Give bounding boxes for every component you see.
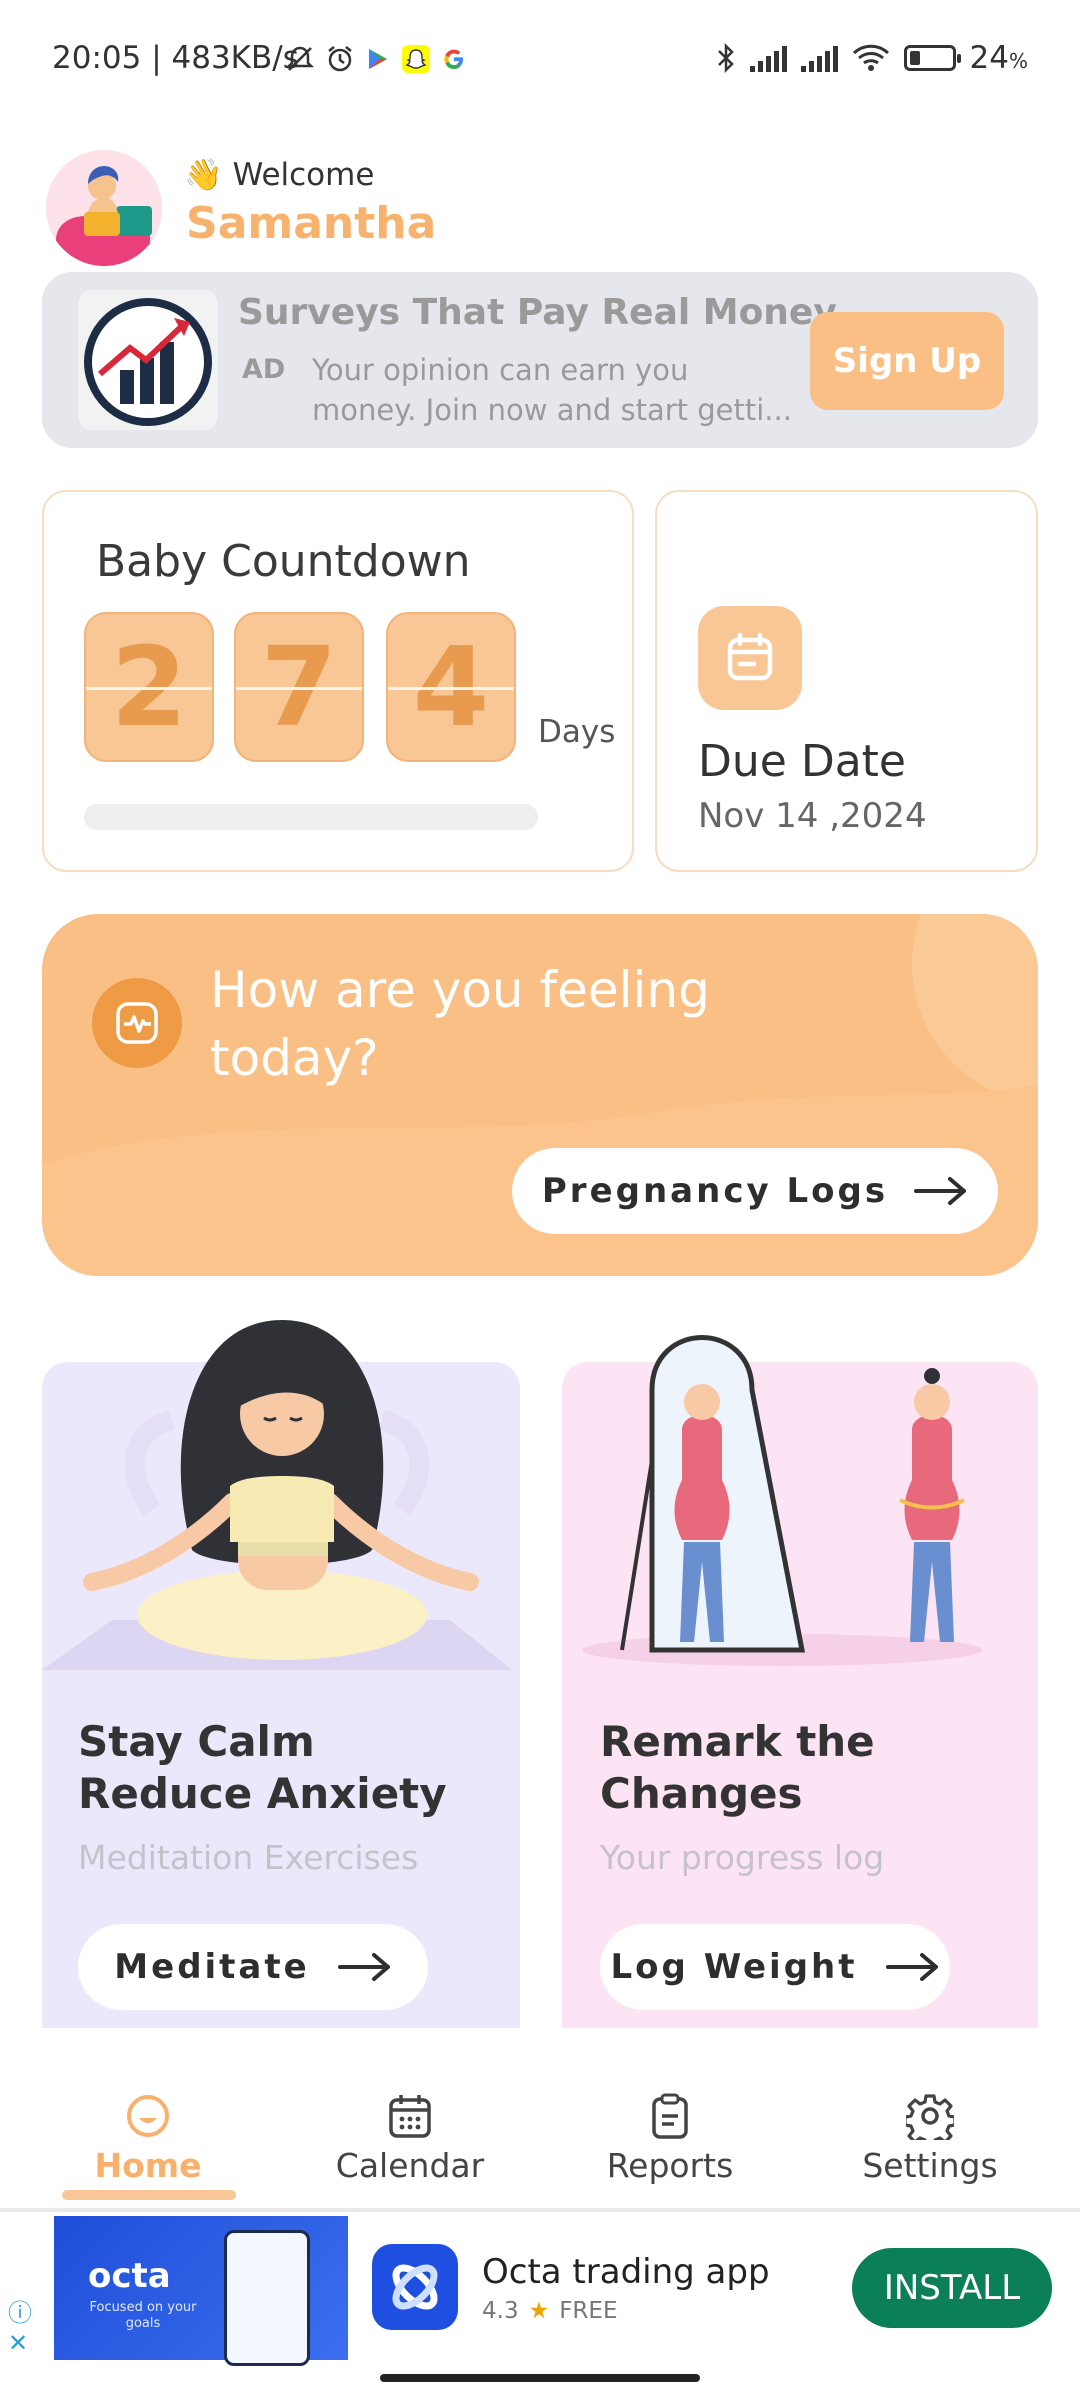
reports-icon bbox=[652, 2093, 688, 2139]
status-bar: 20:05 | 483KB/s 24% bbox=[0, 0, 1080, 130]
battery-icon bbox=[903, 45, 961, 71]
welcome-label: Welcome bbox=[232, 156, 375, 193]
ad-title: Surveys That Pay Real Money bbox=[238, 292, 837, 333]
pregnancy-logs-label: Pregnancy Logs bbox=[541, 1171, 889, 1211]
mute-icon bbox=[285, 46, 315, 71]
log-weight-button[interactable]: Log Weight bbox=[600, 1924, 950, 2010]
octa-brand: octa bbox=[88, 2256, 171, 2296]
nav-settings-label: Settings bbox=[862, 2146, 998, 2185]
battery-level: 24% bbox=[969, 40, 1028, 76]
meditate-label: Meditate bbox=[114, 1947, 310, 1987]
log-weight-label: Log Weight bbox=[610, 1947, 858, 1987]
network-speed: 483KB/s bbox=[171, 40, 299, 76]
octa-price: FREE bbox=[559, 2298, 618, 2324]
nav-home-label: Home bbox=[94, 2146, 202, 2185]
calendar-icon bbox=[698, 606, 802, 710]
avatar[interactable] bbox=[46, 150, 162, 266]
google-icon bbox=[444, 49, 463, 69]
nav-reports-label: Reports bbox=[606, 2146, 734, 2185]
weight-card-subtitle: Your progress log bbox=[600, 1838, 885, 1877]
home-smile-icon bbox=[127, 2095, 169, 2137]
avatar-illustration bbox=[46, 150, 162, 266]
nav-home[interactable]: Home bbox=[38, 2092, 258, 2185]
user-name: Samantha bbox=[186, 198, 437, 249]
nav-reports[interactable]: Reports bbox=[560, 2092, 780, 2185]
wave-icon: 👋 bbox=[184, 157, 223, 193]
countdown-title: Baby Countdown bbox=[96, 536, 471, 587]
bluetooth-icon bbox=[717, 42, 734, 74]
settings-gear-icon bbox=[906, 2094, 954, 2140]
due-date-value: Nov 14 ,2024 bbox=[698, 796, 927, 836]
meditation-card-subtitle: Meditation Exercises bbox=[78, 1838, 419, 1877]
calendar-icon bbox=[389, 2095, 431, 2138]
welcome-row: 👋 Welcome bbox=[184, 156, 375, 194]
octa-app-icon[interactable] bbox=[372, 2244, 458, 2330]
sign-up-button[interactable]: Sign Up bbox=[810, 312, 1004, 410]
nav-calendar[interactable]: Calendar bbox=[300, 2092, 520, 2185]
weight-mirror-illustration bbox=[582, 1335, 982, 1666]
signal-icon bbox=[800, 44, 838, 72]
arrow-right-icon bbox=[885, 1953, 938, 1981]
due-date-title: Due Date bbox=[698, 736, 906, 787]
system-icons: 24% bbox=[716, 40, 1028, 76]
wifi-icon bbox=[852, 44, 889, 71]
days-label: Days bbox=[538, 714, 616, 750]
countdown-digit: 2 bbox=[84, 612, 214, 762]
nav-active-indicator bbox=[62, 2190, 236, 2200]
pregnancy-logs-button[interactable]: Pregnancy Logs bbox=[512, 1148, 998, 1234]
ad-description: Your opinion can earn you money. Join no… bbox=[312, 353, 792, 427]
octa-ad-image[interactable]: octa Focused on your goals bbox=[54, 2216, 348, 2366]
octa-app-name: Octa trading app bbox=[482, 2252, 770, 2292]
ad-choices-icon[interactable]: ⓘ ✕ bbox=[8, 2298, 32, 2358]
octa-app-meta: 4.3 ★ FREE bbox=[482, 2298, 617, 2324]
notification-icons bbox=[285, 44, 467, 74]
alarm-icon bbox=[328, 46, 352, 72]
meditation-illustration bbox=[42, 1320, 512, 1670]
mood-pulse-icon bbox=[92, 978, 182, 1068]
play-store-icon bbox=[369, 49, 387, 69]
meditation-card-title: Stay Calm Reduce Anxiety bbox=[78, 1717, 447, 1818]
countdown-digit: 4 bbox=[386, 612, 516, 762]
weight-card-title: Remark the Changes bbox=[600, 1717, 875, 1818]
install-button[interactable]: INSTALL bbox=[852, 2248, 1052, 2328]
growth-chart-icon bbox=[84, 298, 212, 426]
ad-logo bbox=[78, 290, 218, 430]
status-time: 20:05 bbox=[52, 40, 142, 76]
star-icon: ★ bbox=[528, 2298, 550, 2324]
snapchat-icon bbox=[402, 45, 430, 73]
nav-calendar-label: Calendar bbox=[335, 2146, 485, 2185]
nav-settings[interactable]: Settings bbox=[820, 2092, 1040, 2185]
arrow-right-icon bbox=[914, 1177, 967, 1205]
countdown-progress-bar bbox=[84, 804, 538, 830]
feeling-question: How are you feeling today? bbox=[210, 961, 710, 1087]
home-indicator[interactable] bbox=[380, 2374, 700, 2382]
octa-tagline: Focused on your goals bbox=[89, 2300, 197, 2331]
arrow-right-icon bbox=[337, 1953, 390, 1981]
ad-label: AD bbox=[242, 354, 286, 385]
meditate-button[interactable]: Meditate bbox=[78, 1924, 428, 2010]
phone-mockup bbox=[224, 2230, 310, 2366]
octa-rating: 4.3 bbox=[482, 2298, 519, 2324]
status-time-speed: 20:05 | 483KB/s bbox=[52, 40, 299, 76]
signal-icon bbox=[749, 44, 787, 72]
countdown-digit: 7 bbox=[234, 612, 364, 762]
